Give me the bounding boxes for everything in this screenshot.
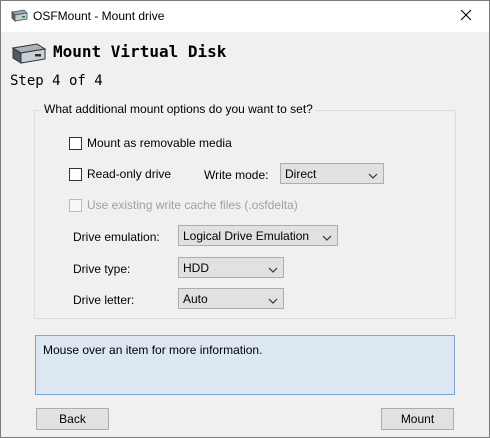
write-mode-select[interactable]: Direct xyxy=(280,163,384,184)
step-indicator: Step 4 of 4 xyxy=(10,73,103,89)
drive-icon xyxy=(10,9,28,23)
removable-media-checkbox[interactable]: Mount as removable media xyxy=(69,136,232,150)
write-mode-label: Write mode: xyxy=(204,168,269,182)
info-text: Mouse over an item for more information. xyxy=(43,343,263,357)
drive-emulation-select[interactable]: Logical Drive Emulation xyxy=(178,225,338,246)
drive-type-label: Drive type: xyxy=(73,262,131,276)
chevron-down-icon xyxy=(268,294,278,304)
mount-drive-window: OSFMount - Mount drive Mount Virtual Dis… xyxy=(0,0,490,438)
drive-type-select[interactable]: HDD xyxy=(178,257,284,278)
close-icon xyxy=(460,9,472,24)
drive-letter-label: Drive letter: xyxy=(73,293,135,307)
chevron-down-icon xyxy=(268,263,278,273)
chevron-down-icon xyxy=(368,169,378,179)
write-cache-label: Use existing write cache files (.osfdelt… xyxy=(87,198,298,212)
checkbox-box[interactable] xyxy=(69,136,82,150)
removable-media-label: Mount as removable media xyxy=(87,136,232,150)
close-button[interactable] xyxy=(443,1,489,32)
read-only-checkbox[interactable]: Read-only drive xyxy=(69,167,171,181)
info-panel: Mouse over an item for more information. xyxy=(35,335,455,395)
drive-type-value: HDD xyxy=(183,260,209,275)
checkbox-box[interactable] xyxy=(69,167,82,181)
page-title: Mount Virtual Disk xyxy=(53,42,227,61)
group-label: What additional mount options do you wan… xyxy=(41,102,316,116)
write-mode-value: Direct xyxy=(285,166,317,181)
window-title: OSFMount - Mount drive xyxy=(33,9,165,23)
read-only-label: Read-only drive xyxy=(87,167,172,181)
checkbox-box xyxy=(69,198,82,212)
drive-emulation-label: Drive emulation: xyxy=(73,230,160,244)
drive-letter-value: Auto xyxy=(183,291,208,306)
back-button[interactable]: Back xyxy=(36,408,109,430)
chevron-down-icon xyxy=(322,231,332,241)
title-bar: OSFMount - Mount drive xyxy=(1,1,489,32)
hard-drive-icon xyxy=(11,43,47,65)
drive-letter-select[interactable]: Auto xyxy=(178,288,284,309)
drive-emulation-value: Logical Drive Emulation xyxy=(183,228,310,243)
write-cache-checkbox: Use existing write cache files (.osfdelt… xyxy=(69,198,298,212)
mount-button[interactable]: Mount xyxy=(381,408,454,430)
